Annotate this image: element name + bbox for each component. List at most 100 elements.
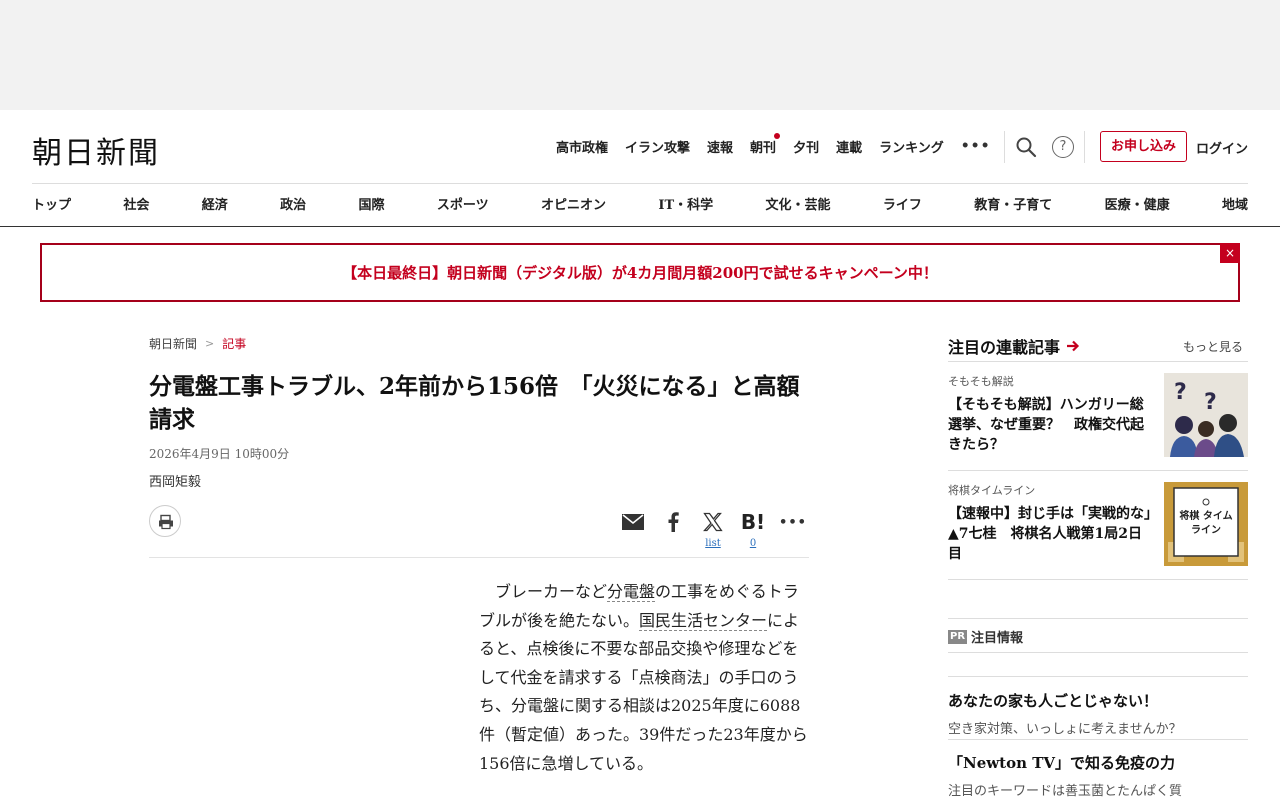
category-it-science[interactable]: IT・科学 bbox=[658, 194, 713, 213]
series-item[interactable]: 将棋タイムライン 【速報中】封じ手は「実戦的な」▲7七桂 将棋名人戦第1局2日目… bbox=[948, 482, 1248, 566]
x-share-list-link[interactable]: list bbox=[698, 538, 728, 549]
util-link-label: 高市政権 bbox=[556, 140, 609, 156]
category-health[interactable]: 医療・健康 bbox=[1105, 194, 1170, 213]
category-economy[interactable]: 経済 bbox=[202, 194, 228, 213]
close-icon[interactable]: × bbox=[1220, 243, 1240, 263]
pr-heading: PR 注目情報 bbox=[948, 627, 1023, 646]
breadcrumb-home[interactable]: 朝日新聞 bbox=[149, 335, 197, 352]
hatena-bookmark-icon: B! bbox=[740, 510, 766, 534]
sidebar-divider bbox=[948, 361, 1248, 362]
breadcrumb-separator: > bbox=[205, 337, 215, 350]
header-divider-line bbox=[32, 183, 1248, 184]
sidebar-title: 注目の連載記事 bbox=[948, 338, 1061, 357]
util-link-iran[interactable]: イラン攻撃 bbox=[625, 137, 690, 156]
help-button[interactable]: ? bbox=[1052, 136, 1074, 158]
series-item[interactable]: そもそも解説 【そもそも解説】ハンガリー総選挙、なぜ重要？ 政権交代起きたら？ … bbox=[948, 373, 1248, 457]
top-ad-banner bbox=[0, 0, 1280, 110]
campaign-banner[interactable]: 【本日最終日】朝日新聞（デジタル版）が4カ月間月額200円で試せるキャンペーン中… bbox=[40, 243, 1240, 302]
share-x-button[interactable] bbox=[700, 510, 726, 534]
util-link-series[interactable]: 連載 bbox=[836, 137, 862, 156]
category-opinion[interactable]: オピニオン bbox=[541, 194, 606, 213]
util-link-ranking[interactable]: ランキング bbox=[879, 137, 944, 156]
pr-subtext: 注目のキーワードは善玉菌とたんぱく質 bbox=[948, 784, 1183, 799]
site-logo[interactable]: 朝日新聞 bbox=[32, 128, 160, 172]
more-icon: ••• bbox=[779, 514, 807, 530]
sidebar-series-heading[interactable]: 注目の連載記事 bbox=[948, 334, 1080, 358]
pr-section-divider bbox=[948, 618, 1248, 619]
pr-headline: あなたの家も人ごとじゃない！ bbox=[948, 692, 1159, 710]
category-sports[interactable]: スポーツ bbox=[437, 194, 489, 213]
series-headline: 【速報中】封じ手は「実戦的な」▲7七桂 将棋名人戦第1局2日目 bbox=[948, 506, 1151, 562]
category-local[interactable]: 地域 bbox=[1222, 194, 1248, 213]
subscribe-button[interactable]: お申し込み bbox=[1100, 131, 1187, 162]
help-icon: ? bbox=[1059, 139, 1067, 154]
share-hatena-button[interactable]: B! bbox=[740, 510, 766, 534]
series-thumbnail-image: 将棋 タイムライン bbox=[1164, 482, 1248, 566]
keyword-link-consumer-center[interactable]: 国民生活センター bbox=[639, 610, 768, 631]
pr-item[interactable]: 「Newton TV」で知る免疫の力 注目のキーワードは善玉菌とたんぱく質 bbox=[948, 752, 1248, 799]
util-link-label: 朝刊 bbox=[750, 140, 777, 156]
pr-item[interactable]: あなたの家も人ごとじゃない！ 空き家対策、いっしょに考えませんか？ bbox=[948, 690, 1248, 737]
header-divider bbox=[1004, 131, 1005, 163]
series-headline: 【そもそも解説】ハンガリー総選挙、なぜ重要？ 政権交代起きたら？ bbox=[948, 397, 1144, 453]
campaign-text: 【本日最終日】朝日新聞（デジタル版）が4カ月間月額200円で試せるキャンペーン中… bbox=[342, 264, 938, 282]
more-menu-button[interactable]: ••• bbox=[961, 138, 991, 154]
util-link-breaking[interactable]: 速報 bbox=[707, 137, 733, 156]
category-nav: トップ 社会 経済 政治 国際 スポーツ オピニオン IT・科学 文化・芸能 ラ… bbox=[32, 194, 1248, 213]
share-facebook-button[interactable] bbox=[660, 510, 686, 534]
body-text: ブレーカーなど bbox=[495, 582, 608, 601]
util-link-takaichi[interactable]: 高市政権 bbox=[556, 137, 608, 156]
util-link-label: ランキング bbox=[879, 140, 944, 156]
keyword-link-distribution-board[interactable]: 分電盤 bbox=[607, 582, 656, 602]
mail-icon bbox=[622, 514, 644, 530]
print-button[interactable] bbox=[149, 505, 181, 537]
article-date: 2026年4月9日 10時00分 bbox=[149, 447, 290, 461]
series-thumbnail-image: ? ? bbox=[1164, 373, 1248, 457]
category-education[interactable]: 教育・子育て bbox=[974, 194, 1052, 213]
see-more-link[interactable]: もっと見る bbox=[1183, 338, 1243, 355]
x-icon bbox=[703, 512, 723, 532]
pr-subtext: 空き家対策、いっしょに考えませんか？ bbox=[948, 722, 1182, 737]
pr-headline: 「Newton TV」で知る免疫の力 bbox=[948, 754, 1176, 772]
search-button[interactable] bbox=[1014, 135, 1038, 159]
svg-text:?: ? bbox=[1204, 390, 1217, 415]
category-nav-border bbox=[0, 226, 1280, 227]
search-icon bbox=[1016, 137, 1037, 158]
hatena-count[interactable]: 0 bbox=[738, 538, 768, 549]
pr-item-divider bbox=[948, 739, 1248, 740]
util-link-evening-edition[interactable]: 夕刊 bbox=[793, 137, 819, 156]
article-title: 分電盤工事トラブル、2年前から156倍 「火災になる」と高額請求 bbox=[149, 373, 800, 433]
util-link-morning-edition[interactable]: 朝刊 bbox=[750, 132, 781, 156]
print-icon bbox=[159, 514, 173, 530]
pr-badge: PR bbox=[948, 629, 968, 644]
thumbnail-title: 将棋 タイムライン bbox=[1179, 511, 1233, 536]
sidebar-divider bbox=[948, 470, 1248, 471]
svg-text:?: ? bbox=[1174, 380, 1187, 405]
util-link-label: イラン攻撃 bbox=[625, 140, 691, 156]
facebook-icon bbox=[668, 512, 679, 532]
share-email-button[interactable] bbox=[620, 510, 646, 534]
category-top[interactable]: トップ bbox=[32, 194, 71, 213]
share-more-button[interactable]: ••• bbox=[779, 510, 807, 534]
breadcrumb-current[interactable]: 記事 bbox=[222, 335, 246, 352]
util-link-label: 夕刊 bbox=[793, 140, 820, 156]
article-header-divider bbox=[149, 557, 809, 558]
category-society[interactable]: 社会 bbox=[123, 194, 149, 213]
sidebar-divider bbox=[948, 579, 1248, 580]
article-body: ブレーカーなど分電盤の工事をめぐるトラブルが後を絶たない。国民生活センターによる… bbox=[479, 578, 811, 778]
category-life[interactable]: ライフ bbox=[883, 194, 922, 213]
category-politics[interactable]: 政治 bbox=[280, 194, 306, 213]
pr-section-divider bbox=[948, 652, 1248, 653]
pr-title: 注目情報 bbox=[971, 631, 1024, 646]
category-international[interactable]: 国際 bbox=[359, 194, 385, 213]
util-link-label: 速報 bbox=[707, 140, 734, 156]
pr-item-divider bbox=[948, 676, 1248, 677]
article-author[interactable]: 西岡矩毅 bbox=[149, 471, 201, 490]
arrow-right-icon bbox=[1067, 340, 1080, 352]
new-indicator-dot bbox=[774, 132, 781, 139]
category-culture[interactable]: 文化・芸能 bbox=[765, 194, 830, 213]
utility-nav: 高市政権 イラン攻撃 速報 朝刊 夕刊 連載 ランキング ••• bbox=[556, 132, 991, 158]
util-link-label: 連載 bbox=[836, 140, 863, 156]
body-text: によると、点検後に不要な部品交換や修理などをして代金を請求する「点検商法」の手口… bbox=[479, 610, 808, 773]
login-link[interactable]: ログイン bbox=[1196, 138, 1248, 157]
